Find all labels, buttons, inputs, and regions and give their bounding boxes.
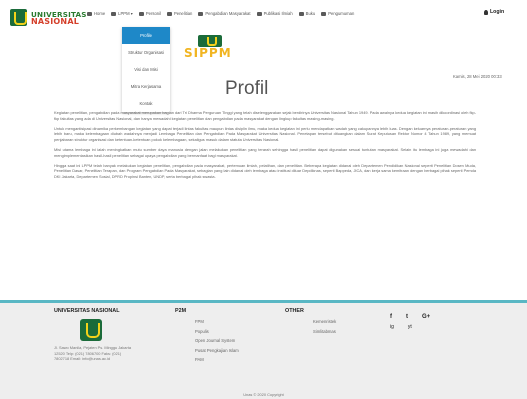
brand-line-2: NASIONAL xyxy=(31,16,80,26)
paragraph: Kegiatan penelitian, pengabdian pada mas… xyxy=(54,110,476,121)
footer-link[interactable]: Simlitabmas xyxy=(313,329,375,334)
paragraph: Hingga saat ini LPPM telah banyak melaku… xyxy=(54,162,476,179)
login-button[interactable]: Login xyxy=(484,9,504,15)
facebook-icon[interactable]: f xyxy=(390,314,392,320)
nav-lppm[interactable]: LPPM ▾ xyxy=(111,11,133,16)
footer-col-other: OTHER Kemenristek Simlitabmas xyxy=(285,308,375,338)
profile-content: Kegiatan penelitian, pengabdian pada mas… xyxy=(54,110,476,184)
megaphone-icon xyxy=(321,11,327,16)
lppm-dropdown-menu: Profile Struktur Organisasi Visi dan Mis… xyxy=(122,27,170,112)
nav-pengumuman[interactable]: Pengumuman xyxy=(321,11,354,16)
current-date: Kamis, 28 Mei 2020 00:33 xyxy=(453,74,502,79)
top-navbar: UNIVERSITAS NASIONAL Home LPPM ▾ Personi… xyxy=(0,0,527,36)
unas-emblem-icon xyxy=(80,319,102,341)
social-row-1: f t G+ xyxy=(390,314,480,320)
copyright: Unas © 2020 Copyright xyxy=(243,392,284,397)
footer-col-social: f t G+ ig yt xyxy=(390,308,480,330)
footer-link[interactable]: PAM xyxy=(195,357,255,362)
user-icon xyxy=(484,9,488,15)
paragraph: Misi utama lembaga ini ialah meningkatka… xyxy=(54,146,476,158)
youtube-icon[interactable]: yt xyxy=(408,324,412,330)
building-icon xyxy=(111,11,117,16)
home-icon xyxy=(87,11,92,16)
book-icon xyxy=(298,11,304,16)
footer-link[interactable]: Pusat Pengkajian Islam xyxy=(195,348,255,353)
nav-personil[interactable]: Personil xyxy=(138,11,161,16)
footer: UNIVERSITAS NASIONAL Jl. Sawo Manila, Pe… xyxy=(0,300,527,399)
footer-heading-unas: UNIVERSITAS NASIONAL xyxy=(54,308,120,314)
nav-publikasi[interactable]: Publikasi Ilmiah xyxy=(256,11,293,16)
footer-link[interactable]: FPM xyxy=(195,319,255,324)
dropdown-item-struktur[interactable]: Struktur Organisasi xyxy=(122,44,170,61)
dropdown-item-mitra[interactable]: Mitra Kerjasama xyxy=(122,78,170,95)
footer-heading-p2m: P2M xyxy=(175,308,187,314)
footer-link[interactable]: Populis xyxy=(195,329,255,334)
footer-col-unas: UNIVERSITAS NASIONAL Jl. Sawo Manila, Pe… xyxy=(54,308,132,362)
nav-pengabdian[interactable]: Pengabdian Masyarakat xyxy=(198,11,251,16)
footer-link[interactable]: Open Journal System xyxy=(195,338,255,343)
twitter-icon[interactable]: t xyxy=(406,314,408,320)
footer-heading-other: OTHER xyxy=(285,308,304,314)
sippm-banner: SIPPM xyxy=(180,35,240,61)
book-icon xyxy=(256,11,262,16)
nav-home[interactable]: Home xyxy=(87,11,105,16)
sippm-wordmark: SIPPM xyxy=(184,46,232,60)
footer-col-p2m: P2M FPM Populis Open Journal System Pusa… xyxy=(175,308,255,367)
nav-buku[interactable]: Buku xyxy=(298,11,315,16)
dropdown-item-visi-misi[interactable]: Visi dan Misi xyxy=(122,61,170,78)
people-icon xyxy=(138,11,144,16)
book-icon xyxy=(166,11,172,16)
paragraph: Untuk mengantisipasi dinamika perkembang… xyxy=(54,125,476,142)
instagram-icon[interactable]: ig xyxy=(390,324,394,330)
unas-logo[interactable]: UNIVERSITAS NASIONAL xyxy=(10,9,87,26)
main-menu: Home LPPM ▾ Personil Penelitian Pengabdi… xyxy=(87,9,504,16)
book-icon xyxy=(198,11,204,16)
dropdown-item-profile[interactable]: Profile xyxy=(122,27,170,44)
footer-link[interactable]: Kemenristek xyxy=(313,319,375,324)
google-plus-icon[interactable]: G+ xyxy=(422,314,430,320)
unas-emblem-icon xyxy=(10,9,27,26)
nav-penelitian[interactable]: Penelitian xyxy=(166,11,192,16)
footer-address: Jl. Sawo Manila, Pejaten Ps. Minggu Jaka… xyxy=(54,345,131,361)
social-row-2: ig yt xyxy=(390,324,480,330)
page-title: Profil xyxy=(225,78,269,99)
